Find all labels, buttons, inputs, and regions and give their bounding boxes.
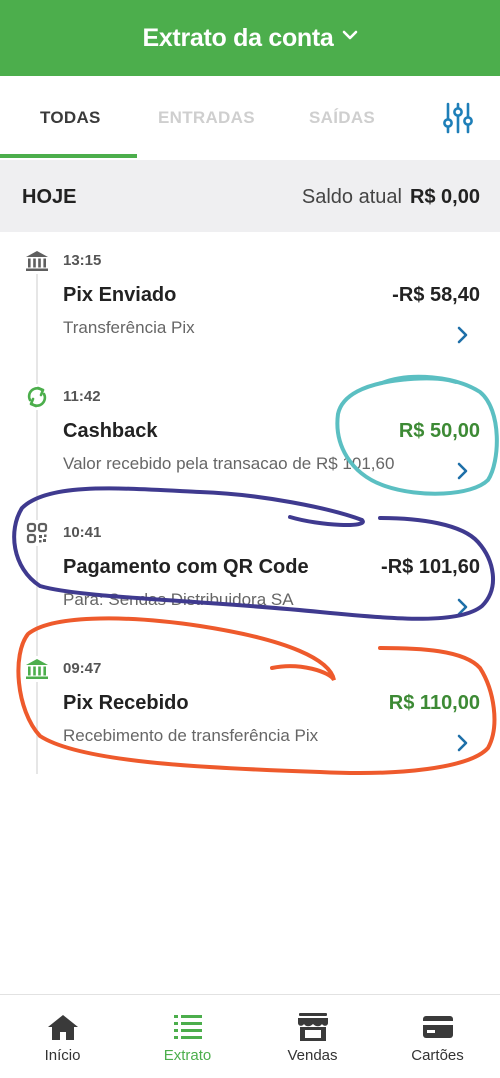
transaction-title: Pix Recebido [63,692,189,714]
chevron-right-icon[interactable] [456,598,468,621]
active-tab-indicator [0,154,137,158]
transaction-pix-enviado[interactable]: 13:15 Pix Enviado -R$ 58,40 Transferênci… [0,240,500,376]
chevron-right-icon[interactable] [456,326,468,349]
bottom-navigation: Início Extrato Vendas Cartões [0,994,500,1078]
transaction-time: 11:42 [63,388,101,405]
transaction-description: Recebimento de transferência Pix [63,726,319,745]
filter-tabs: TODAS ENTRADAS SAÍDAS [0,76,500,160]
home-icon [47,1013,79,1041]
top-bar[interactable]: Extrato da conta [0,0,500,76]
chevron-down-icon[interactable] [342,28,358,46]
tab-todas[interactable]: TODAS [40,108,101,128]
nav-cartoes[interactable]: Cartões [375,995,500,1078]
nav-label: Início [44,1047,81,1064]
transaction-time: 09:47 [63,660,102,677]
store-icon [297,1013,329,1041]
chevron-right-icon[interactable] [456,462,468,485]
nav-label: Extrato [163,1047,212,1064]
chevron-right-icon[interactable] [456,734,468,757]
transaction-amount: R$ 110,00 [388,692,480,714]
transaction-time: 10:41 [63,524,102,541]
card-icon [422,1013,454,1041]
transaction-time: 13:15 [63,252,102,269]
bank-icon [24,656,50,682]
qr-code-icon [24,520,50,546]
nav-vendas[interactable]: Vendas [250,995,375,1078]
nav-label: Vendas [287,1047,338,1064]
transaction-cashback[interactable]: 11:42 Cashback R$ 50,00 Valor recebido p… [0,376,500,512]
nav-extrato[interactable]: Extrato [125,995,250,1078]
list-icon [172,1013,204,1041]
tab-saidas[interactable]: SAÍDAS [309,108,375,128]
app-screen: Extrato da conta TODAS ENTRADAS SAÍDAS H [0,0,500,1078]
bank-icon [24,248,50,274]
day-label: HOJE [22,186,77,208]
filter-button[interactable] [436,96,480,140]
page-title[interactable]: Extrato da conta [142,24,333,53]
transaction-amount: -R$ 101,60 [381,556,480,578]
transaction-title: Pix Enviado [63,284,177,306]
transaction-description: Transferência Pix [63,318,195,337]
refresh-icon [24,384,50,410]
transaction-amount: R$ 50,00 [398,420,480,442]
transaction-amount: -R$ 58,40 [392,284,480,306]
nav-label: Cartões [411,1047,464,1064]
transaction-qr-payment[interactable]: 10:41 Pagamento com QR Code -R$ 101,60 P… [0,512,500,648]
transaction-title: Cashback [63,420,158,442]
tab-entradas[interactable]: ENTRADAS [158,108,255,128]
balance-label: Saldo atual [301,186,402,208]
current-balance: Saldo atual R$ 0,00 [302,186,480,209]
transaction-description: Valor recebido pela transacao de R$ 101,… [63,454,395,473]
transaction-title: Pagamento com QR Code [63,556,309,578]
day-summary: HOJE Saldo atual R$ 0,00 [0,160,500,232]
sliders-icon [443,102,473,134]
balance-value: R$ 0,00 [409,186,480,208]
transaction-description: Para: Sendas Distribuidora SA [63,590,294,609]
transaction-pix-recebido[interactable]: 09:47 Pix Recebido R$ 110,00 Recebimento… [0,648,500,784]
nav-inicio[interactable]: Início [0,995,125,1078]
